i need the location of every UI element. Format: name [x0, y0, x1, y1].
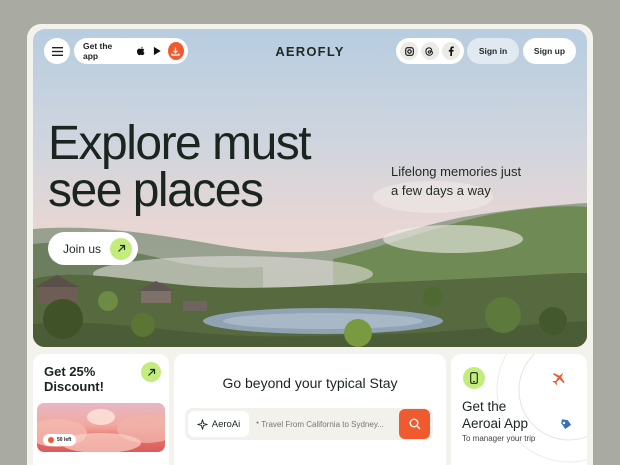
sparkle-icon: [197, 418, 208, 430]
signin-button[interactable]: Sign in: [467, 38, 519, 64]
aeroai-chip[interactable]: AeroAi: [188, 411, 249, 437]
badge-text: 50 left: [57, 437, 72, 443]
search-input[interactable]: [256, 416, 396, 432]
facebook-icon[interactable]: [441, 42, 460, 60]
phone-icon: [463, 367, 485, 389]
promo-badge: 50 left: [43, 434, 77, 446]
badge-dot-icon: [48, 437, 54, 443]
app-subtitle: To manager your trip: [462, 434, 536, 443]
app-promo-card[interactable]: Get the Aeroai App To manager your trip: [451, 354, 587, 465]
threads-icon[interactable]: [420, 42, 439, 60]
search-icon: [409, 418, 420, 430]
join-us-button[interactable]: Join us: [48, 232, 138, 265]
headline-line-2: see places: [48, 164, 264, 217]
stay-title: Go beyond your typical Stay: [222, 375, 398, 391]
headline-line-1: Explore must: [48, 117, 312, 170]
discount-title-line-1: Get 25%: [44, 364, 96, 379]
airplane-icon: [552, 372, 565, 385]
stay-search-card: Go beyond your typical Stay AeroAi: [174, 354, 446, 465]
hero-headline: Explore must see places: [48, 117, 312, 217]
discount-title-line-2: Discount!: [44, 379, 104, 394]
subtitle-line-1: Lifelong memories just: [391, 164, 522, 179]
app-title-line-2: Aeroai App: [462, 416, 529, 431]
hero-subtitle: Lifelong memories just a few days a way: [391, 162, 551, 200]
app-title: Get the Aeroai App: [462, 398, 528, 432]
hero-section: Get the app AEROFLY Sign in Sign up Expl…: [33, 29, 587, 347]
discount-title: Get 25% Discount!: [44, 364, 104, 394]
instagram-icon[interactable]: [400, 42, 419, 60]
search-button[interactable]: [399, 409, 430, 439]
discount-arrow-button[interactable]: [141, 362, 161, 382]
signup-button[interactable]: Sign up: [523, 38, 576, 64]
arrow-up-right-icon: [110, 237, 132, 260]
arrow-up-right-icon: [147, 368, 155, 376]
app-title-line-1: Get the: [462, 399, 507, 414]
social-links: [396, 38, 464, 64]
subtitle-line-2: a few days a way: [391, 183, 491, 198]
search-bar: AeroAi: [185, 408, 433, 440]
promo-image: 50 left: [37, 403, 165, 452]
discount-card[interactable]: Get 25% Discount! 50 left: [33, 354, 169, 465]
location-tag-icon: [561, 419, 572, 429]
join-us-label: Join us: [63, 241, 102, 256]
aeroai-label: AeroAi: [211, 418, 241, 430]
